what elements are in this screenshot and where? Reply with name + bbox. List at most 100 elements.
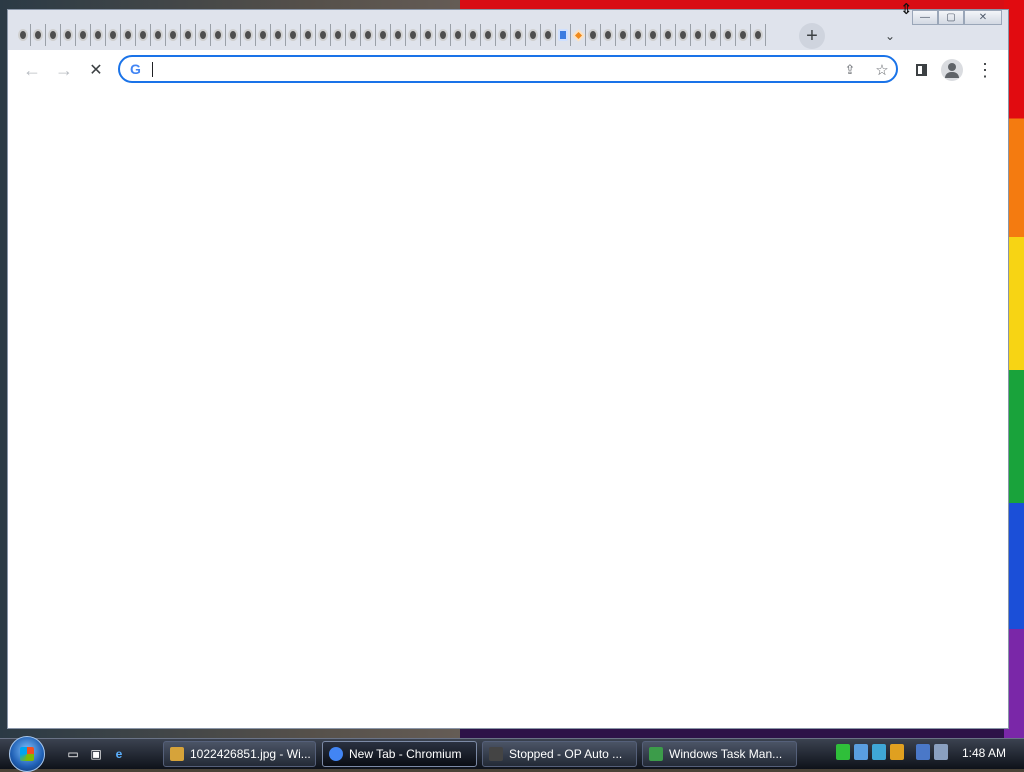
browser-tab[interactable] — [106, 24, 121, 46]
browser-tab[interactable] — [706, 24, 721, 46]
site-favicon-icon — [168, 29, 178, 41]
taskbar: ▭ ▣ e 1022426851.jpg - Wi... New Tab - C… — [0, 736, 1024, 772]
taskbar-item-photo-viewer[interactable]: 1022426851.jpg - Wi... — [163, 741, 316, 767]
browser-tab[interactable] — [226, 24, 241, 46]
show-desktop-icon[interactable]: ▭ — [64, 745, 82, 763]
browser-tab[interactable] — [601, 24, 616, 46]
tray-display-icon[interactable] — [872, 744, 886, 760]
browser-tab[interactable] — [16, 24, 31, 46]
site-favicon-icon — [468, 29, 478, 41]
browser-tab[interactable] — [571, 24, 586, 46]
menu-button[interactable]: ⋮ — [974, 59, 996, 81]
minimize-icon: — — [920, 12, 930, 23]
browser-tab[interactable] — [46, 24, 61, 46]
browser-tab[interactable] — [556, 24, 571, 46]
browser-tab[interactable] — [466, 24, 481, 46]
browser-tab[interactable] — [631, 24, 646, 46]
browser-tab[interactable] — [721, 24, 736, 46]
browser-tab[interactable] — [451, 24, 466, 46]
site-favicon-icon — [93, 29, 103, 41]
browser-tab[interactable] — [751, 24, 766, 46]
browser-tab[interactable] — [286, 24, 301, 46]
browser-tab[interactable] — [736, 24, 751, 46]
orange-favicon-icon — [571, 28, 585, 42]
side-panel-button[interactable] — [910, 59, 932, 81]
tray-network-icon[interactable] — [854, 744, 868, 760]
switch-windows-icon[interactable]: ▣ — [87, 745, 105, 763]
share-button[interactable]: ⇪ — [840, 60, 860, 80]
browser-tab[interactable] — [481, 24, 496, 46]
site-favicon-icon — [183, 29, 193, 41]
browser-tab[interactable] — [91, 24, 106, 46]
browser-tab[interactable] — [346, 24, 361, 46]
tray-security-icon[interactable] — [890, 744, 904, 760]
close-button[interactable]: ✕ — [964, 10, 1002, 25]
page-content[interactable] — [8, 90, 1008, 728]
tray-status-icon[interactable] — [836, 744, 850, 760]
site-favicon-icon — [393, 29, 403, 41]
taskbar-item-op-auto[interactable]: Stopped - OP Auto ... — [482, 741, 637, 767]
address-input[interactable] — [152, 60, 836, 80]
browser-tab[interactable] — [511, 24, 526, 46]
tray-volume-muted-icon[interactable] — [934, 744, 948, 760]
browser-tab[interactable] — [676, 24, 691, 46]
browser-tab[interactable] — [406, 24, 421, 46]
tab-search-button[interactable]: ⌄ — [880, 26, 900, 46]
browser-tab[interactable] — [256, 24, 271, 46]
browser-tab[interactable] — [136, 24, 151, 46]
browser-tab[interactable] — [61, 24, 76, 46]
new-tab-button[interactable]: + — [799, 23, 825, 49]
taskbar-clock[interactable]: 1:48 AM — [962, 746, 1006, 760]
site-favicon-icon — [123, 29, 133, 41]
bookmark-button[interactable]: ☆ — [872, 60, 892, 80]
tray-computer-icon[interactable] — [916, 744, 930, 760]
browser-tab[interactable] — [121, 24, 136, 46]
browser-tab[interactable] — [166, 24, 181, 46]
side-panel-icon — [915, 64, 927, 76]
browser-tab[interactable] — [391, 24, 406, 46]
site-favicon-icon — [213, 29, 223, 41]
taskbar-item-task-manager[interactable]: Windows Task Man... — [642, 741, 797, 767]
browser-tab[interactable] — [526, 24, 541, 46]
browser-tab[interactable] — [661, 24, 676, 46]
browser-tab[interactable] — [151, 24, 166, 46]
arrow-right-icon: → — [55, 59, 73, 80]
browser-tab[interactable] — [181, 24, 196, 46]
browser-tab[interactable] — [376, 24, 391, 46]
browser-tab[interactable] — [691, 24, 706, 46]
browser-tab[interactable] — [361, 24, 376, 46]
close-icon: ✕ — [978, 12, 988, 23]
profile-button[interactable] — [941, 59, 963, 81]
browser-tab[interactable] — [196, 24, 211, 46]
browser-tab[interactable] — [211, 24, 226, 46]
site-favicon-icon — [513, 29, 523, 41]
site-favicon-icon — [408, 29, 418, 41]
site-favicon-icon — [498, 29, 508, 41]
taskbar-item-chromium[interactable]: New Tab - Chromium — [322, 741, 477, 767]
stop-loading-button[interactable]: ✕ — [84, 58, 108, 82]
browser-tab[interactable] — [241, 24, 256, 46]
browser-tab[interactable] — [586, 24, 601, 46]
browser-tab[interactable] — [496, 24, 511, 46]
browser-tab[interactable] — [316, 24, 331, 46]
forward-button[interactable]: → — [52, 58, 76, 82]
browser-tab[interactable] — [331, 24, 346, 46]
browser-tab[interactable] — [646, 24, 661, 46]
maximize-button[interactable]: ▢ — [938, 10, 964, 25]
site-favicon-icon — [663, 29, 673, 41]
minimize-button[interactable]: — — [912, 10, 938, 25]
browser-tab[interactable] — [421, 24, 436, 46]
browser-tab[interactable] — [76, 24, 91, 46]
browser-tab[interactable] — [271, 24, 286, 46]
browser-tab[interactable] — [31, 24, 46, 46]
browser-tab[interactable] — [541, 24, 556, 46]
start-button[interactable] — [9, 736, 45, 772]
back-button[interactable]: ← — [20, 58, 44, 82]
address-bar[interactable]: G ⇪ ☆ — [118, 55, 898, 83]
internet-explorer-icon[interactable]: e — [110, 745, 128, 763]
browser-tab[interactable] — [436, 24, 451, 46]
share-icon: ⇪ — [844, 62, 856, 77]
browser-tab[interactable] — [301, 24, 316, 46]
browser-tab[interactable] — [616, 24, 631, 46]
site-favicon-icon — [588, 29, 598, 41]
